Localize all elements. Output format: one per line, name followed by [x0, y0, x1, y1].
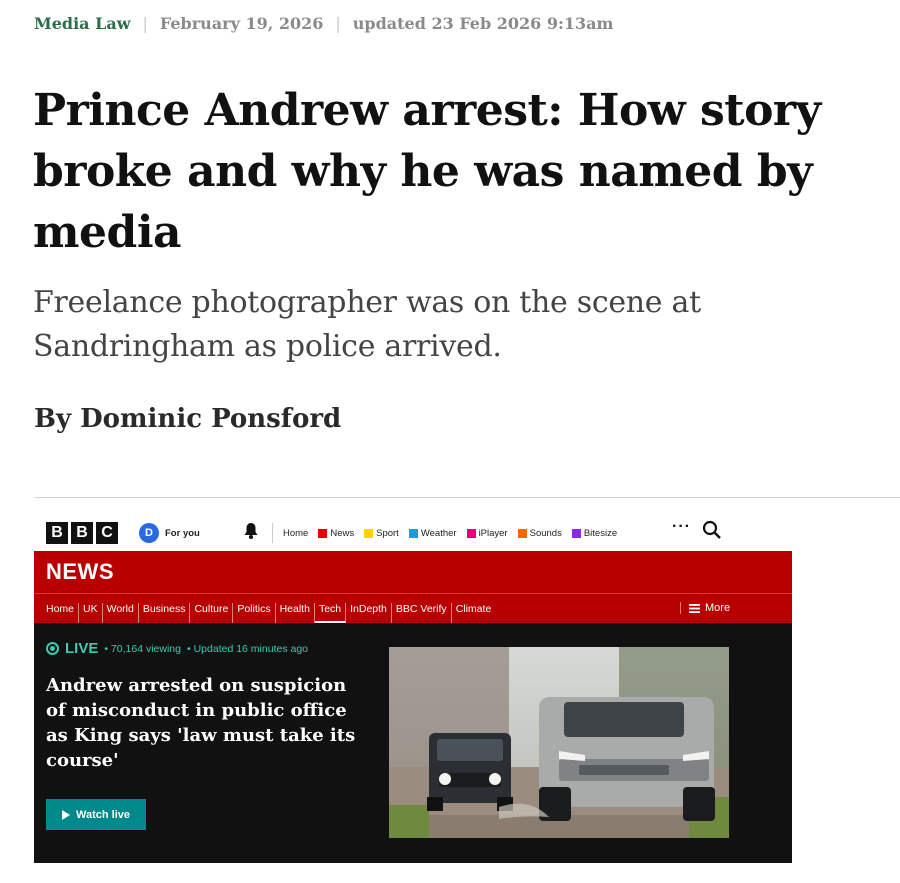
iplayer-icon: [466, 528, 476, 538]
meta-separator: |: [142, 14, 148, 33]
nav-sounds[interactable]: Sounds: [517, 527, 562, 539]
updated-date: updated 23 Feb 2026 9:13am: [352, 14, 614, 33]
bbc-screenshot: B B C D For you Home News Sport Weather …: [34, 505, 792, 863]
section-culture[interactable]: Culture: [190, 603, 234, 623]
live-story-panel: LIVE • 70,164 viewing • Updated 16 minut…: [34, 623, 792, 863]
section-links: Home UK World Business Culture Politics …: [46, 603, 495, 623]
category-link[interactable]: Media Law: [34, 14, 130, 33]
section-health[interactable]: Health: [276, 603, 315, 623]
sounds-icon: [517, 528, 527, 538]
for-you-label: For you: [165, 527, 200, 539]
section-uk[interactable]: UK: [79, 603, 103, 623]
news-wordmark[interactable]: NEWS: [46, 559, 114, 585]
nav-iplayer[interactable]: iPlayer: [466, 527, 508, 539]
meta-separator: |: [335, 14, 341, 33]
divider: [34, 497, 900, 498]
more-services-icon[interactable]: ···: [672, 518, 691, 536]
news-icon: [318, 528, 328, 538]
search-icon[interactable]: [702, 520, 722, 540]
live-story-headline[interactable]: Andrew arrested on suspicion of miscondu…: [46, 673, 366, 773]
account-avatar: D: [139, 523, 159, 543]
more-menu-button[interactable]: More: [680, 602, 730, 614]
nav-news[interactable]: News: [318, 528, 354, 539]
article-byline[interactable]: By Dominic Ponsford: [34, 404, 341, 434]
section-business[interactable]: Business: [139, 603, 191, 623]
nav-weather[interactable]: Weather: [408, 527, 457, 539]
nav-sport[interactable]: Sport: [364, 528, 399, 539]
play-icon: [62, 809, 70, 820]
article-meta: Media Law | February 19, 2026 | updated 23 F…: [34, 14, 613, 33]
car-right: [539, 697, 715, 821]
news-banner: NEWS: [34, 551, 792, 593]
live-label: LIVE: [65, 640, 99, 657]
bitesize-icon: [571, 528, 581, 538]
updated-time: • Updated 16 minutes ago: [187, 642, 309, 655]
nav-home[interactable]: Home: [283, 528, 308, 539]
bell-icon[interactable]: [244, 523, 258, 543]
for-you-link[interactable]: D For you: [139, 523, 200, 543]
viewing-count: • 70,164 viewing: [104, 642, 181, 655]
section-home[interactable]: Home: [46, 603, 80, 623]
section-politics[interactable]: Politics: [233, 603, 276, 623]
watch-live-button[interactable]: Watch live: [46, 799, 146, 830]
nav-weather-label: Weather: [420, 527, 457, 539]
nav-home-label: Home: [283, 527, 309, 539]
hamburger-icon: [689, 603, 700, 613]
nav-sport-label: Sport: [376, 527, 399, 539]
bbc-logo-letter: C: [96, 522, 118, 544]
bbc-top-bar: B B C D For you Home News Sport Weather …: [34, 505, 792, 551]
article-standfirst: Freelance photographer was on the scene …: [33, 285, 701, 364]
section-nav: Home UK World Business Culture Politics …: [34, 593, 792, 624]
section-indepth[interactable]: InDepth: [346, 603, 392, 623]
story-photo[interactable]: [389, 647, 729, 838]
nav-iplayer-label: iPlayer: [478, 527, 508, 539]
nav-news-label: News: [330, 527, 355, 539]
nav-sounds-label: Sounds: [529, 527, 562, 539]
live-icon: [46, 642, 59, 655]
article-headline: Prince Andrew arrest: How story broke an…: [33, 85, 821, 258]
watch-live-label: Watch live: [76, 808, 130, 821]
bbc-service-nav: Home News Sport Weather iPlayer Sounds B…: [272, 523, 617, 543]
nav-bitesize[interactable]: Bitesize: [571, 527, 618, 539]
bbc-logo-letter: B: [71, 522, 93, 544]
section-world[interactable]: World: [103, 603, 139, 623]
section-climate[interactable]: Climate: [452, 603, 496, 623]
weather-icon: [408, 528, 418, 538]
bbc-logo-letter: B: [46, 522, 68, 544]
live-status: LIVE • 70,164 viewing • Updated 16 minut…: [46, 640, 308, 657]
section-tech[interactable]: Tech: [314, 603, 347, 623]
publish-date: February 19, 2026: [159, 14, 324, 33]
car-left: [427, 733, 513, 811]
more-label: More: [705, 602, 731, 614]
nav-bitesize-label: Bitesize: [583, 527, 618, 539]
section-bbc-verify[interactable]: BBC Verify: [392, 603, 452, 623]
sport-icon: [364, 528, 374, 538]
bbc-logo[interactable]: B B C: [46, 522, 118, 544]
